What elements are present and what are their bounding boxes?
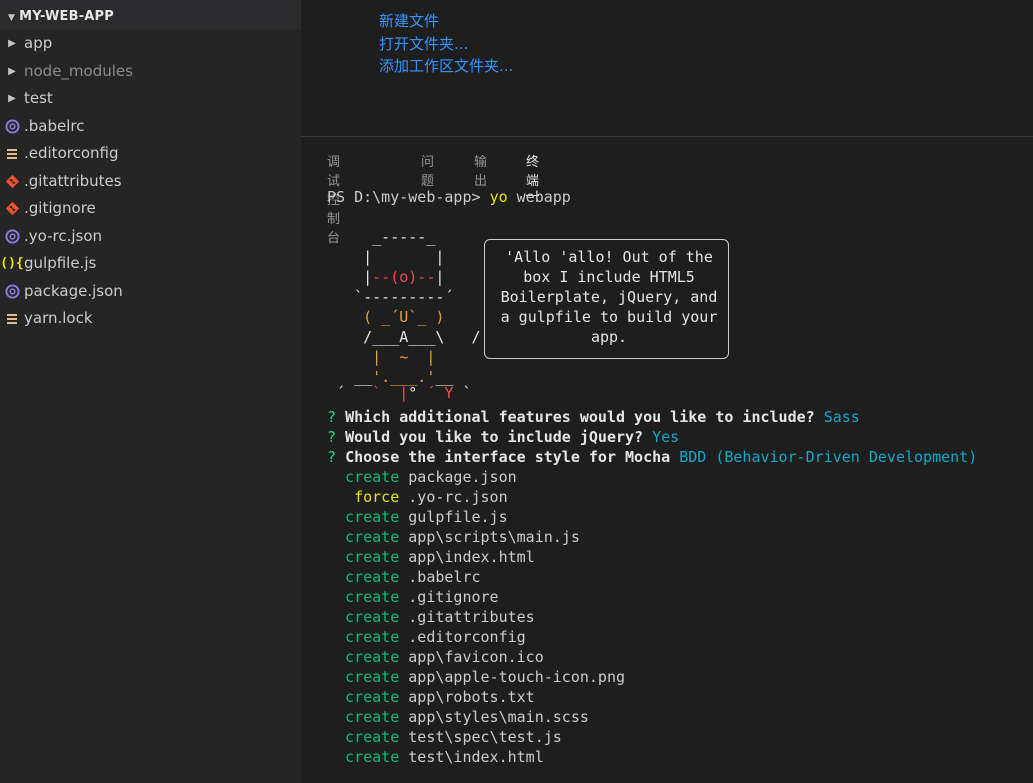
explorer-sidebar: ▼ MY-WEB-APP ▶ app ▶ node_modules ▶ test … — [0, 0, 301, 783]
tree-item-label: package.json — [24, 281, 123, 300]
config-lines-icon — [0, 313, 24, 325]
json-icon — [0, 284, 24, 299]
ascii-line: ( _´U`_ ) — [363, 308, 445, 326]
babel-icon — [0, 119, 24, 134]
tree-item-label: .babelrc — [24, 116, 85, 135]
file-create-line: create app\favicon.ico — [345, 648, 544, 666]
bottom-panel: 调试控制台 问题 输出 终端 PS D:\my-web-app> yo weba… — [301, 136, 1033, 783]
explorer-header[interactable]: ▼ MY-WEB-APP — [0, 0, 301, 30]
prompt-text: PS D:\my-web-app> — [327, 188, 490, 206]
file-create-line: create .editorconfig — [345, 628, 526, 646]
file-force-line: force .yo-rc.json — [354, 488, 508, 506]
tree-item-node-modules[interactable]: ▶ node_modules — [0, 58, 301, 86]
speech-bubble-text: 'Allo 'allo! Out of the box I include HT… — [500, 248, 718, 346]
file-create-line: create package.json — [345, 468, 517, 486]
file-create-line: create app\scripts\main.js — [345, 528, 580, 546]
new-file-link[interactable]: 新建文件 — [379, 10, 439, 31]
ascii-line: | | — [327, 248, 445, 266]
config-lines-icon — [0, 148, 24, 160]
ascii-line: `---------´ — [327, 288, 454, 306]
tree-item-gulpfile-js[interactable]: (){ gulpfile.js — [0, 250, 301, 278]
tree-item-yarn-lock[interactable]: yarn.lock — [0, 305, 301, 333]
file-create-line: create test\index.html — [345, 748, 544, 766]
ascii-line: ´ ` |° ´ Y ` — [327, 384, 472, 402]
file-create-line: create .gitattributes — [345, 608, 535, 626]
question-line: ? Choose the interface style for Mocha B… — [327, 448, 978, 466]
tree-item-package-json[interactable]: package.json — [0, 278, 301, 306]
tree-item-yo-rc-json[interactable]: .yo-rc.json — [0, 223, 301, 251]
tree-item-label: gulpfile.js — [24, 254, 97, 273]
tree-item-editorconfig[interactable]: .editorconfig — [0, 140, 301, 168]
chevron-right-icon: ▶ — [8, 38, 16, 50]
tree-item-label: .editorconfig — [24, 144, 119, 163]
tree-item-label: yarn.lock — [24, 309, 93, 328]
tree-item-label: app — [24, 34, 53, 53]
file-create-line: create app\robots.txt — [345, 688, 535, 706]
tree-item-label: node_modules — [24, 61, 133, 80]
add-workspace-folder-link[interactable]: 添加工作区文件夹... — [379, 55, 513, 76]
js-icon: (){ — [0, 256, 24, 272]
welcome-area: 新建文件 打开文件夹... 添加工作区文件夹... — [301, 0, 1033, 136]
chevron-right-icon: ▶ — [8, 65, 16, 77]
file-create-line: create .babelrc — [345, 568, 481, 586]
file-create-line: create test\spec\test.js — [345, 728, 562, 746]
git-icon — [0, 201, 24, 216]
file-create-line: create .gitignore — [345, 588, 499, 606]
ascii-line: /___A___\ / — [363, 328, 481, 346]
command-yo: yo — [489, 188, 508, 206]
chevron-down-icon: ▼ — [8, 13, 16, 23]
vscode-window: ▼ MY-WEB-APP ▶ app ▶ node_modules ▶ test … — [0, 0, 1033, 783]
chevron-right-icon: ▶ — [8, 93, 16, 105]
ascii-line: |--(o)--| — [327, 268, 445, 286]
workspace-title: MY-WEB-APP — [19, 9, 115, 24]
file-create-line: create gulpfile.js — [345, 508, 508, 526]
tree-item-label: .gitattributes — [24, 171, 122, 190]
tree-item-label: test — [24, 89, 53, 108]
json-icon — [0, 229, 24, 244]
file-create-line: create app\index.html — [345, 548, 535, 566]
tree-item-gitattributes[interactable]: .gitattributes — [0, 168, 301, 196]
tree-item-app[interactable]: ▶ app — [0, 30, 301, 58]
file-create-line: create app\apple-touch-icon.png — [345, 668, 626, 686]
git-icon — [0, 174, 24, 189]
terminal[interactable]: PS D:\my-web-app> yo webapp _-----_ | | … — [327, 187, 1033, 783]
terminal-prompt-line: PS D:\my-web-app> yo webapp — [327, 187, 571, 207]
tree-item-label: .gitignore — [24, 199, 96, 218]
ascii-line: | ~ | — [372, 348, 436, 366]
question-line: ? Would you like to include jQuery? Yes — [327, 428, 680, 446]
command-args: webapp — [507, 188, 571, 206]
tree-item-gitignore[interactable]: .gitignore — [0, 195, 301, 223]
file-create-line: create app\styles\main.scss — [345, 708, 589, 726]
tree-item-test[interactable]: ▶ test — [0, 85, 301, 113]
question-line: ? Which additional features would you li… — [327, 408, 860, 426]
tree-item-label: .yo-rc.json — [24, 226, 103, 245]
ascii-line: _-----_ — [327, 228, 436, 246]
tree-item-babelrc[interactable]: .babelrc — [0, 113, 301, 141]
open-folder-link[interactable]: 打开文件夹... — [379, 33, 468, 54]
